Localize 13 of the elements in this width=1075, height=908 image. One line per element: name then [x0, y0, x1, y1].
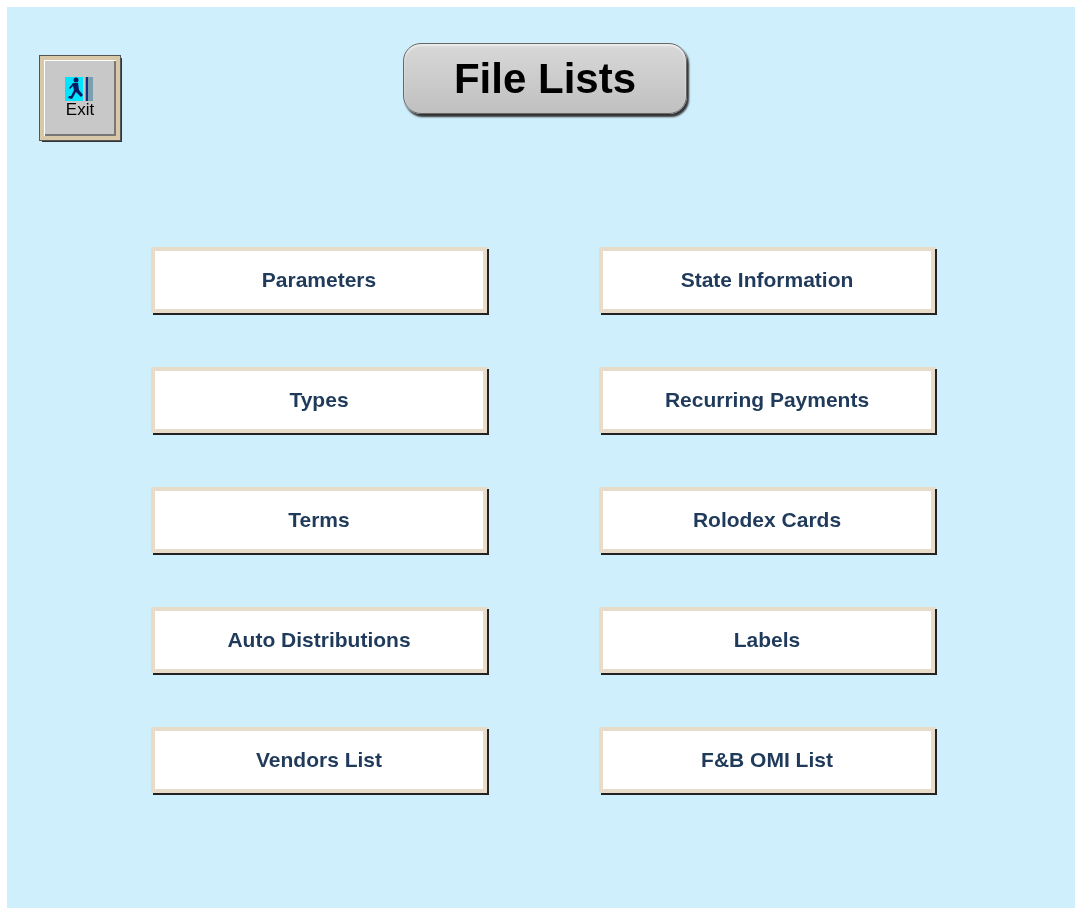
- menu-button[interactable]: Terms: [151, 487, 487, 553]
- menu-button[interactable]: State Information: [599, 247, 935, 313]
- menu-button[interactable]: Auto Distributions: [151, 607, 487, 673]
- menu-button[interactable]: Types: [151, 367, 487, 433]
- exit-button[interactable]: Exit: [40, 56, 120, 140]
- menu-button[interactable]: F&B OMI List: [599, 727, 935, 793]
- menu-button[interactable]: Recurring Payments: [599, 367, 935, 433]
- running-figure-icon: [65, 77, 95, 101]
- page-title: File Lists: [403, 43, 687, 114]
- menu-button[interactable]: Rolodex Cards: [599, 487, 935, 553]
- menu-button[interactable]: Vendors List: [151, 727, 487, 793]
- menu-button[interactable]: Parameters: [151, 247, 487, 313]
- menu-button[interactable]: Labels: [599, 607, 935, 673]
